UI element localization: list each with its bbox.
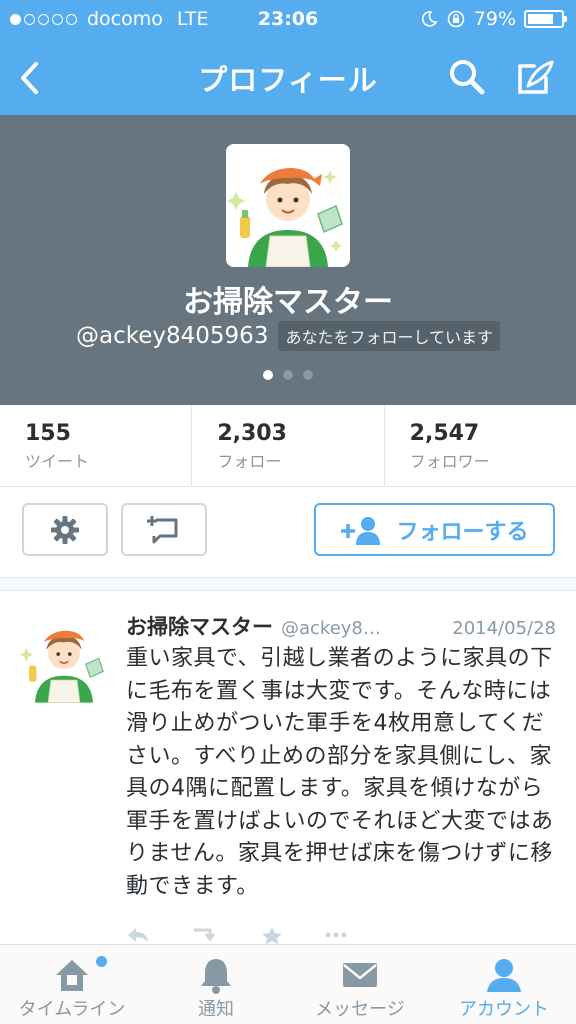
profile-header: お掃除マスター @ackey8405963 あなたをフォローしています	[0, 115, 576, 405]
follow-button-label: フォローする	[396, 519, 529, 545]
top-bar: docomo LTE 23:06 79% プロフィール	[0, 0, 576, 115]
tweet-item[interactable]: お掃除マスター @ackey8… 2014/05/28 重い家具で、引越し業者の…	[0, 591, 576, 944]
profile-stats: 155 ツイート 2,303 フォロー 2,547 フォロワー	[0, 405, 576, 487]
page-title: プロフィール	[198, 63, 378, 97]
tab-notifications[interactable]: 通知	[144, 945, 288, 1024]
retweet-icon[interactable]	[190, 926, 220, 944]
search-icon[interactable]	[446, 56, 488, 98]
tweet-actions	[126, 926, 556, 944]
person-icon	[487, 959, 521, 992]
nav-bar: プロフィール	[0, 40, 576, 115]
header-page-indicator[interactable]	[0, 370, 576, 380]
moon-icon	[421, 11, 438, 27]
tab-label: アカウント	[459, 999, 549, 1020]
timeline-unread-dot	[96, 956, 107, 967]
settings-button[interactable]	[22, 503, 108, 556]
tab-bar: タイムライン 通知 メッセージ アカウント	[0, 944, 576, 1024]
tab-label: 通知	[198, 999, 234, 1020]
battery-icon	[524, 10, 567, 28]
page-dot-1	[263, 370, 273, 380]
profile-handle: @ackey8405963	[76, 323, 269, 349]
tweet-avatar[interactable]	[19, 613, 109, 703]
tab-messages[interactable]: メッセージ	[288, 945, 432, 1024]
profile-name: お掃除マスター	[183, 285, 393, 320]
stat-label: フォロー	[217, 452, 282, 471]
stat-tweets[interactable]: 155 ツイート	[0, 405, 193, 486]
follow-button[interactable]: フォローする	[314, 503, 555, 556]
more-icon[interactable]	[324, 926, 348, 944]
page-dot-2	[283, 370, 293, 380]
avatar-illustration	[19, 613, 109, 703]
add-to-list-icon	[147, 515, 178, 543]
stat-label: フォロワー	[409, 452, 490, 471]
stat-value: 155	[25, 421, 71, 446]
tab-account[interactable]: アカウント	[432, 945, 576, 1024]
tweet-text: 重い家具で、引越し業者のように家具の下に毛布を置く事は大変です。そんな時には滑り…	[126, 646, 554, 899]
reply-icon[interactable]	[126, 926, 150, 944]
follows-you-badge: あなたをフォローしています	[278, 321, 500, 351]
profile-handle-row: @ackey8405963 あなたをフォローしています	[0, 321, 576, 351]
tweet-header: お掃除マスター @ackey8… 2014/05/28	[126, 611, 556, 641]
tweet-author-handle: @ackey8…	[281, 618, 381, 639]
envelope-icon	[343, 963, 377, 987]
profile-avatar[interactable]	[226, 144, 350, 267]
tab-timeline[interactable]: タイムライン	[0, 945, 144, 1024]
status-right: 79%	[420, 8, 567, 30]
gear-icon	[51, 515, 79, 544]
rotation-lock-icon	[447, 10, 465, 28]
compose-icon[interactable]	[514, 56, 556, 98]
stat-value: 2,547	[409, 421, 480, 446]
tab-label: タイムライン	[18, 999, 126, 1020]
tweet-author-name: お掃除マスター	[126, 615, 273, 639]
add-user-icon	[341, 516, 381, 545]
stat-value: 2,303	[217, 421, 287, 446]
bell-icon	[201, 959, 231, 994]
tab-label: メッセージ	[315, 999, 405, 1020]
favorite-icon[interactable]	[260, 926, 284, 944]
profile-actions: フォローする	[0, 487, 576, 577]
section-divider	[0, 577, 576, 591]
stat-label: ツイート	[25, 452, 90, 471]
status-bar: docomo LTE 23:06 79%	[0, 0, 576, 40]
avatar-illustration	[226, 144, 350, 267]
tweet-date: 2014/05/28	[452, 618, 556, 639]
battery-percent: 79%	[473, 8, 516, 30]
stat-following[interactable]: 2,303 フォロー	[192, 405, 385, 486]
add-to-list-button[interactable]	[121, 503, 207, 556]
page-dot-3	[303, 370, 313, 380]
stat-followers[interactable]: 2,547 フォロワー	[385, 405, 576, 486]
home-icon	[56, 960, 88, 991]
